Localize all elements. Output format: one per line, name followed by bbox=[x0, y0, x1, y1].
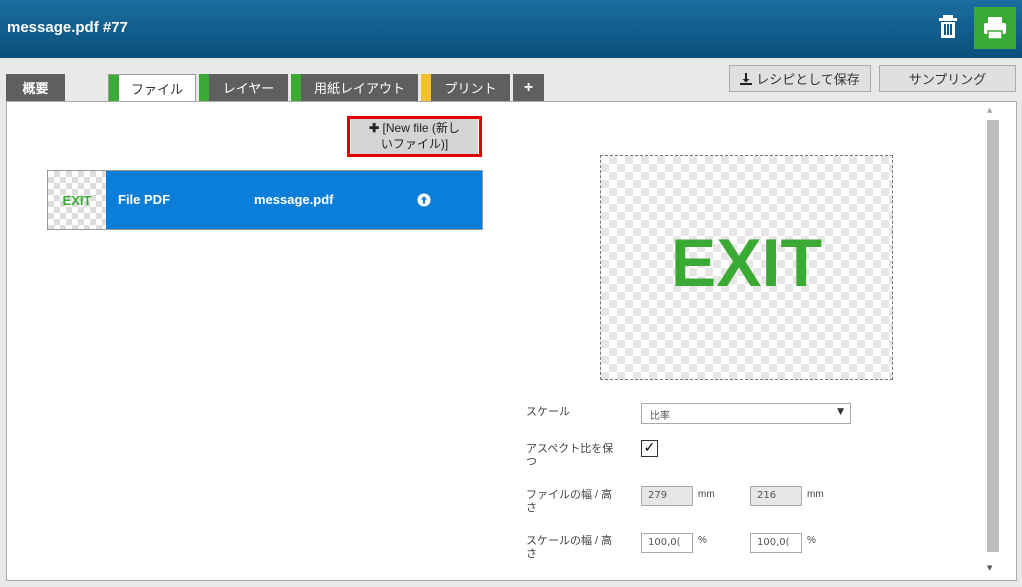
aspect-ratio-checkbox[interactable]: ✓ bbox=[641, 440, 658, 457]
plus-icon: + bbox=[523, 78, 534, 96]
tab-label: レイヤー bbox=[222, 81, 275, 96]
scale-select-value: 比率 bbox=[650, 411, 670, 422]
scroll-up-arrow-icon[interactable]: ▲ bbox=[987, 106, 992, 114]
file-width-unit: mm bbox=[698, 489, 715, 500]
plus-icon: ✚ bbox=[369, 121, 380, 135]
tab-status-stripe bbox=[291, 74, 301, 101]
app-header: message.pdf #77 bbox=[0, 0, 1022, 58]
file-thumbnail: EXIT bbox=[48, 171, 106, 229]
tab-label: プリント bbox=[444, 81, 497, 96]
upload-circle-icon[interactable] bbox=[417, 193, 431, 207]
scroll-down-arrow-icon[interactable]: ▼ bbox=[987, 564, 992, 572]
tab-status-stripe bbox=[199, 74, 209, 101]
tab-layer[interactable]: レイヤー bbox=[199, 74, 288, 101]
new-file-button[interactable]: ✚ [New file (新し いファイル)] bbox=[351, 119, 478, 154]
sampling-label: サンプリング bbox=[908, 72, 987, 87]
sampling-button[interactable]: サンプリング bbox=[879, 65, 1016, 92]
save-as-recipe-label: レシピとして保存 bbox=[756, 72, 860, 87]
scale-select[interactable]: 比率 ▼ bbox=[641, 403, 851, 424]
printer-icon bbox=[984, 17, 1006, 40]
tab-print[interactable]: プリント bbox=[421, 74, 510, 101]
print-button[interactable] bbox=[974, 7, 1016, 49]
tab-status-stripe bbox=[109, 75, 119, 102]
checkmark-icon: ✓ bbox=[643, 440, 656, 456]
scale-height-unit: % bbox=[807, 535, 816, 546]
scale-height-input[interactable]: 100,0( bbox=[750, 533, 802, 553]
new-file-label-line1: [New file (新し bbox=[382, 121, 460, 135]
preview-content: EXIT bbox=[670, 225, 823, 301]
tab-paper-layout[interactable]: 用紙レイアウト bbox=[291, 74, 418, 101]
trash-icon bbox=[939, 15, 957, 38]
file-thumbnail-text: EXIT bbox=[62, 192, 92, 208]
file-height-field: 216 bbox=[750, 486, 802, 506]
tab-overview[interactable]: 概要 bbox=[6, 74, 65, 101]
chevron-down-icon: ▼ bbox=[837, 407, 844, 417]
scrollbar-thumb[interactable] bbox=[987, 120, 999, 552]
scale-width-unit: % bbox=[698, 535, 707, 546]
download-icon bbox=[740, 72, 753, 85]
file-list-item[interactable]: EXIT File PDF message.pdf bbox=[47, 170, 483, 230]
scale-size-label: スケールの幅 / 高さ bbox=[526, 535, 613, 560]
file-width-field: 279 bbox=[641, 486, 693, 506]
scale-width-input[interactable]: 100,0( bbox=[641, 533, 693, 553]
save-as-recipe-button[interactable]: レシピとして保存 bbox=[729, 65, 871, 92]
file-type: File PDF bbox=[118, 192, 171, 207]
document-title: message.pdf #77 bbox=[7, 19, 128, 36]
aspect-ratio-label: アスペクト比を保つ bbox=[526, 443, 614, 468]
file-name: message.pdf bbox=[254, 192, 334, 207]
scale-label: スケール bbox=[526, 406, 570, 418]
new-file-label-line2: いファイル)] bbox=[380, 137, 449, 151]
file-preview: EXIT bbox=[600, 155, 893, 380]
tab-status-stripe bbox=[421, 74, 431, 101]
file-height-unit: mm bbox=[807, 489, 824, 500]
tab-label: 用紙レイアウト bbox=[313, 81, 405, 96]
tab-label: 概要 bbox=[22, 81, 49, 96]
file-size-label: ファイルの幅 / 高さ bbox=[526, 489, 613, 514]
tab-file[interactable]: ファイル bbox=[108, 74, 196, 102]
add-tab-button[interactable]: + bbox=[513, 74, 544, 101]
tab-label: ファイル bbox=[130, 82, 183, 97]
delete-button[interactable] bbox=[934, 12, 962, 40]
